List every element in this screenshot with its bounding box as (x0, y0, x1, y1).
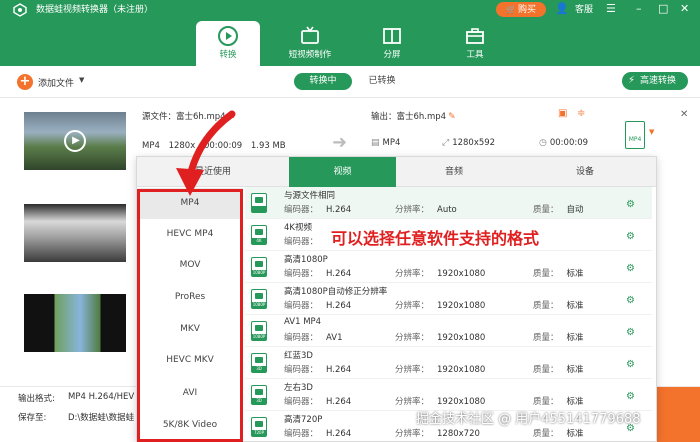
clock-icon: ◷ (539, 138, 547, 148)
app-logo-icon (13, 3, 27, 17)
preset-item[interactable]: 与源文件相同 编码器： H.264 分辨率： Auto 质量： 自动 ⚙ (245, 187, 652, 219)
toolbar: + 添加文件 ▼ 转换中 已转换 ⚡ 高速转换 (0, 66, 700, 98)
film-icon: ▤ (371, 138, 380, 148)
play-icon[interactable]: ▶ (64, 130, 86, 152)
toolbox-icon (466, 28, 484, 44)
app-title: 数据蛙视频转换器（未注册） (36, 5, 154, 15)
format-dropdown: 最近使用 视频 音频 设备 MP4 HEVC MP4 MOV ProRes MK… (136, 156, 657, 442)
output-format-select[interactable]: MP4 H.264/HEV (68, 392, 134, 402)
title-bar: 数据蛙视频转换器（未注册） 🛒 购买 👤 客服 ☰ – □ ✕ 转换 短视频制作 … (0, 0, 700, 66)
add-file-button[interactable]: 添加文件 (38, 76, 74, 89)
tab-convert[interactable]: 转换 (196, 21, 260, 66)
gear-icon[interactable]: ⚙ (626, 327, 635, 338)
format-item[interactable]: HEVC MP4 (137, 219, 243, 250)
tab-video[interactable]: 视频 (289, 157, 396, 187)
buy-button[interactable]: 🛒 购买 (496, 2, 546, 17)
row-actions: ▣ ≑ (558, 108, 585, 119)
format-item[interactable]: AVI (137, 378, 243, 409)
info-icon[interactable]: ▣ (558, 108, 567, 119)
cart-icon: 🛒 (506, 5, 516, 14)
video-file-icon: 1080P (251, 289, 267, 309)
gear-icon[interactable]: ⚙ (626, 263, 635, 274)
format-item[interactable]: MKV (137, 314, 243, 345)
tab-device[interactable]: 设备 (512, 157, 656, 187)
preset-item[interactable]: 1080P AV1 MP4 编码器： AV1 分辨率： 1920x1080 质量：标… (245, 315, 652, 347)
user-icon[interactable]: 👤 (555, 2, 569, 16)
source-file-name: 源文件：富士6h.mp4 ✎ (142, 112, 236, 122)
lightning-icon: ⚡ (628, 75, 636, 86)
output-file-name: 输出：富士6h.mp4 ✎ (371, 112, 456, 122)
menu-icon[interactable]: ☰ (606, 2, 616, 16)
tab-recent[interactable]: 最近使用 (137, 157, 289, 187)
format-item[interactable]: MOV (137, 250, 243, 281)
video-file-icon: 1080P (251, 321, 267, 341)
chevron-down-icon[interactable]: ▼ (649, 128, 654, 136)
tab-tools[interactable]: 工具 (443, 21, 507, 66)
preset-item[interactable]: 3D 左右3D 编码器： H.264 分辨率： 1920x1080 质量： 标准 ⚙ (245, 379, 652, 411)
tab-audio[interactable]: 音频 (396, 157, 512, 187)
split-screen-icon (383, 28, 401, 44)
preset-item[interactable]: 3D 红蓝3D 编码器： H.264 分辨率： 1920x1080 质量： 标准 ⚙ (245, 347, 652, 379)
video-file-icon: 720P (251, 417, 267, 437)
cut-icon[interactable]: ≑ (577, 108, 585, 119)
close-icon[interactable]: ✕ (680, 2, 689, 16)
minimize-icon[interactable]: – (636, 2, 642, 16)
tab-split-screen[interactable]: 分屏 (360, 21, 424, 66)
format-category-tabs: 最近使用 视频 音频 设备 (137, 157, 656, 187)
gear-icon[interactable]: ⚙ (626, 295, 635, 306)
convert-icon (218, 26, 238, 46)
tab-converted[interactable]: 已转换 (356, 73, 408, 90)
video-thumbnail[interactable] (24, 204, 126, 262)
gear-icon[interactable]: ⚙ (626, 359, 635, 370)
chevron-down-icon[interactable]: ▼ (79, 76, 84, 84)
gear-icon[interactable]: ⚙ (626, 199, 635, 210)
edit-icon[interactable]: ✎ (228, 112, 236, 122)
edit-icon[interactable]: ✎ (448, 112, 456, 122)
video-file-icon: 3D (251, 353, 267, 373)
arrow-right-icon: ➜ (332, 132, 348, 153)
output-format-badge[interactable]: MP4 (625, 121, 645, 149)
save-to-label: 保存至: (18, 413, 47, 423)
source-file-info: MP4 1280x 00:00:09 1.93 MB (142, 141, 286, 151)
format-item[interactable]: MP4 (137, 188, 243, 219)
watermark: 掘金技术社区 @ 用户455141779688 (416, 412, 641, 427)
video-thumbnail[interactable]: ▶ (24, 112, 126, 170)
output-format-label: 输出格式: (18, 394, 55, 404)
format-item[interactable]: 5K/8K Video (137, 410, 243, 441)
video-file-icon: 3D (251, 385, 267, 405)
video-file-icon: 1080P (251, 257, 267, 277)
preset-item[interactable]: 1080P 高清1080P 编码器： H.264 分辨率： 1920x1080 质量… (245, 251, 652, 283)
maximize-icon[interactable]: □ (658, 2, 668, 16)
customer-service-link[interactable]: 客服 (575, 4, 593, 16)
format-item[interactable]: ProRes (137, 282, 243, 313)
gear-icon[interactable]: ⚙ (626, 391, 635, 402)
add-icon[interactable]: + (17, 74, 33, 90)
gear-icon[interactable]: ⚙ (626, 231, 635, 242)
status-tabs: 转换中 已转换 (294, 73, 414, 90)
video-thumbnail[interactable] (24, 294, 126, 352)
tab-short-video[interactable]: 短视频制作 (278, 21, 342, 66)
convert-all-button[interactable] (657, 387, 700, 442)
preset-item[interactable]: 1080P 高清1080P自动修正分辨率 编码器： H.264 分辨率： 1920x… (245, 283, 652, 315)
fast-convert-button[interactable]: ⚡ 高速转换 (622, 72, 688, 90)
resize-icon: ⤢ (442, 138, 450, 148)
annotation-text: 可以选择任意软件支持的格式 (331, 229, 540, 248)
tab-converting[interactable]: 转换中 (294, 73, 352, 90)
tv-icon (301, 26, 319, 44)
remove-file-icon[interactable]: ✕ (680, 109, 688, 120)
video-file-icon: 4K (251, 225, 267, 245)
video-file-icon (251, 193, 267, 213)
format-item[interactable]: HEVC MKV (137, 345, 243, 376)
format-list: MP4 HEVC MP4 MOV ProRes MKV HEVC MKV AVI… (137, 187, 243, 441)
save-path-field[interactable]: D:\数据蛙\数据蛙 (68, 411, 134, 423)
